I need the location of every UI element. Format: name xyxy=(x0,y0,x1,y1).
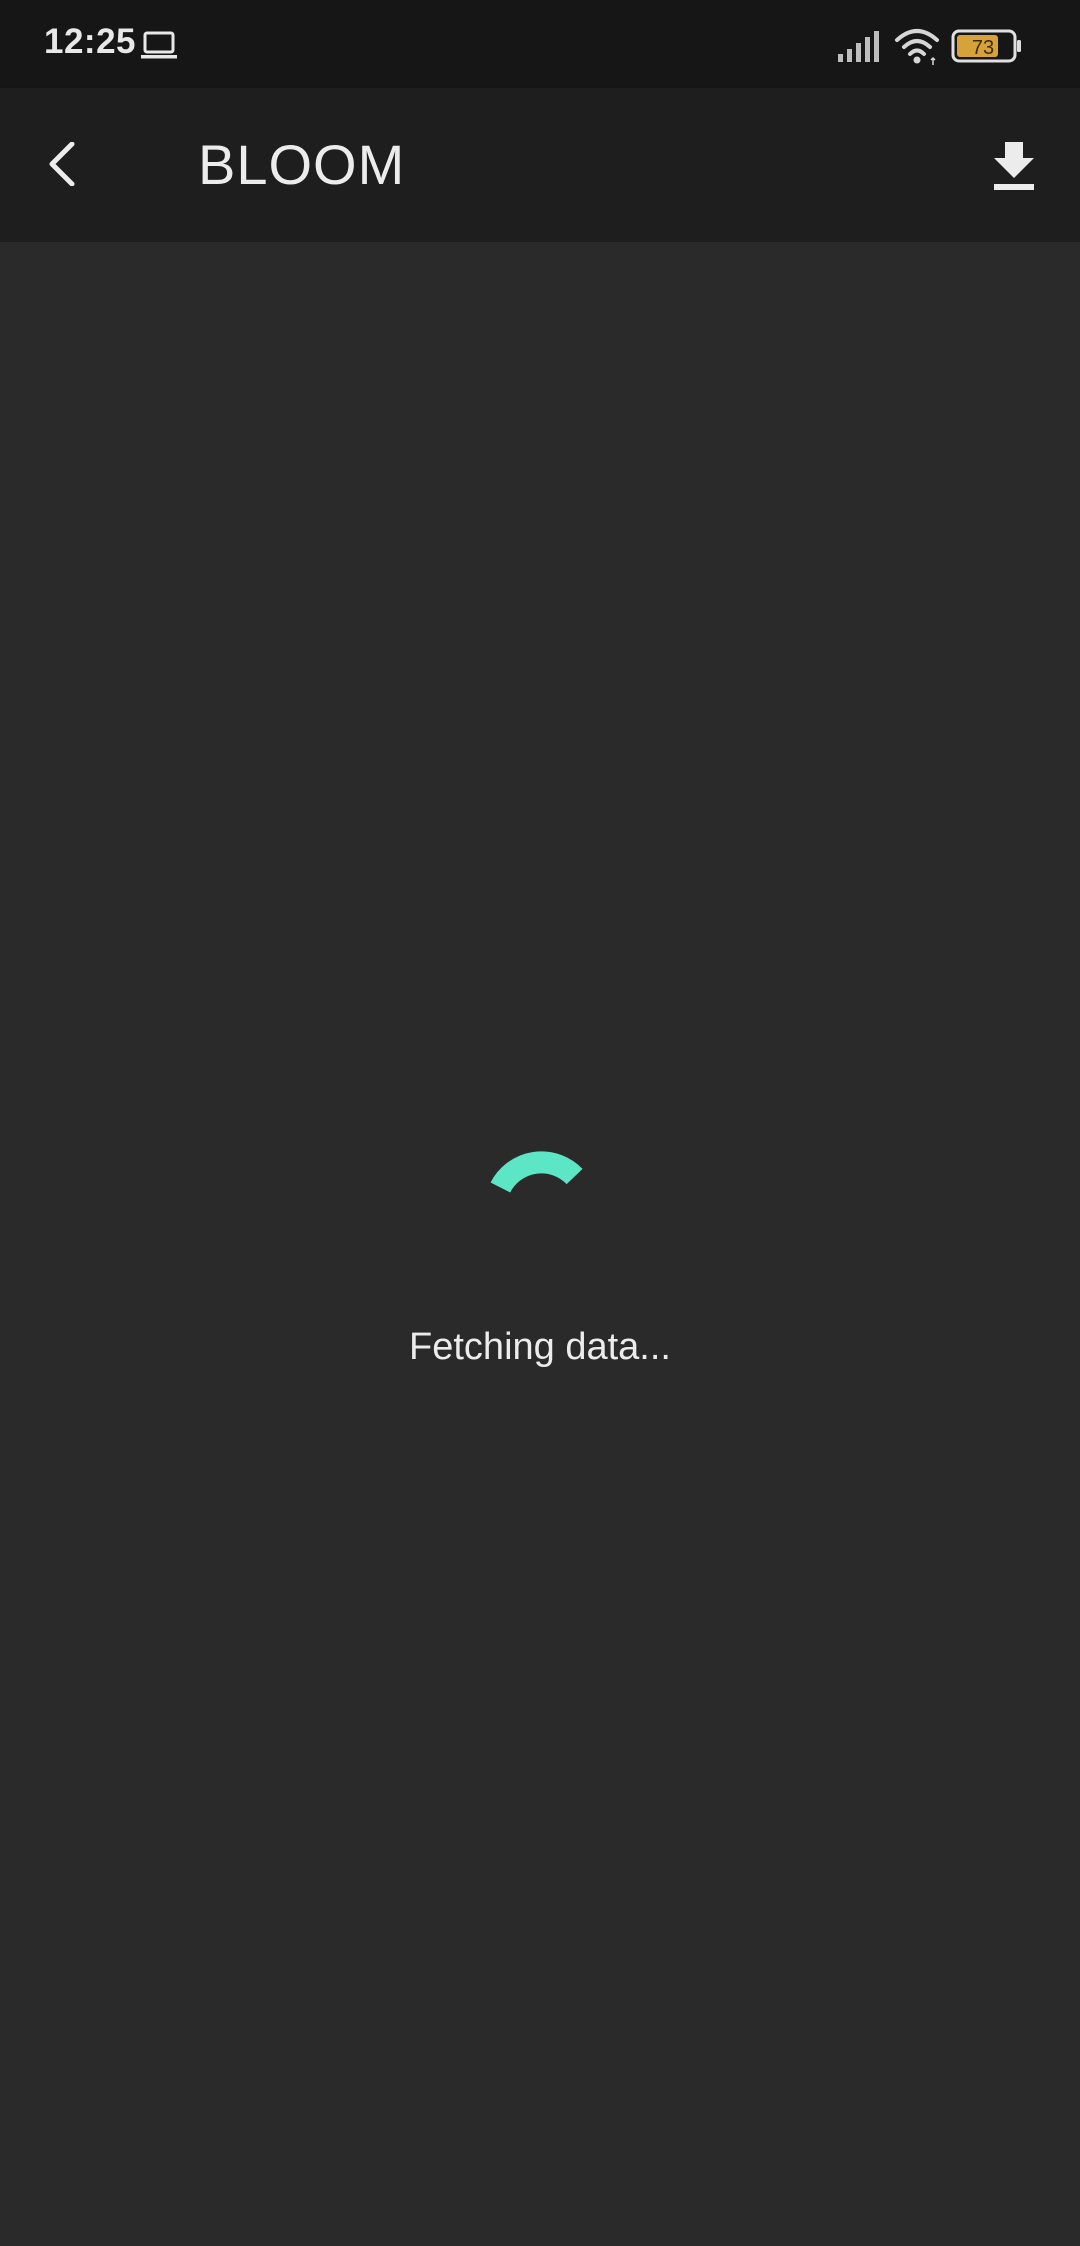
signal-icon xyxy=(836,28,882,64)
battery-level: 73 xyxy=(972,37,994,59)
page-title: BLOOM xyxy=(198,133,406,196)
spinner-icon xyxy=(480,1140,590,1250)
download-button[interactable] xyxy=(976,132,1052,202)
battery-icon: 73 xyxy=(951,28,1023,64)
download-icon xyxy=(994,142,1034,190)
back-arrow-icon xyxy=(49,142,75,186)
app-bar: BLOOM xyxy=(0,88,1080,242)
status-time: 12:25 xyxy=(44,22,137,61)
wifi-icon xyxy=(893,26,941,66)
loading-text: Fetching data... xyxy=(409,1326,671,1368)
back-button[interactable] xyxy=(30,122,96,206)
laptop-icon xyxy=(140,30,178,62)
status-bar: 12:25 73 xyxy=(0,0,1080,88)
